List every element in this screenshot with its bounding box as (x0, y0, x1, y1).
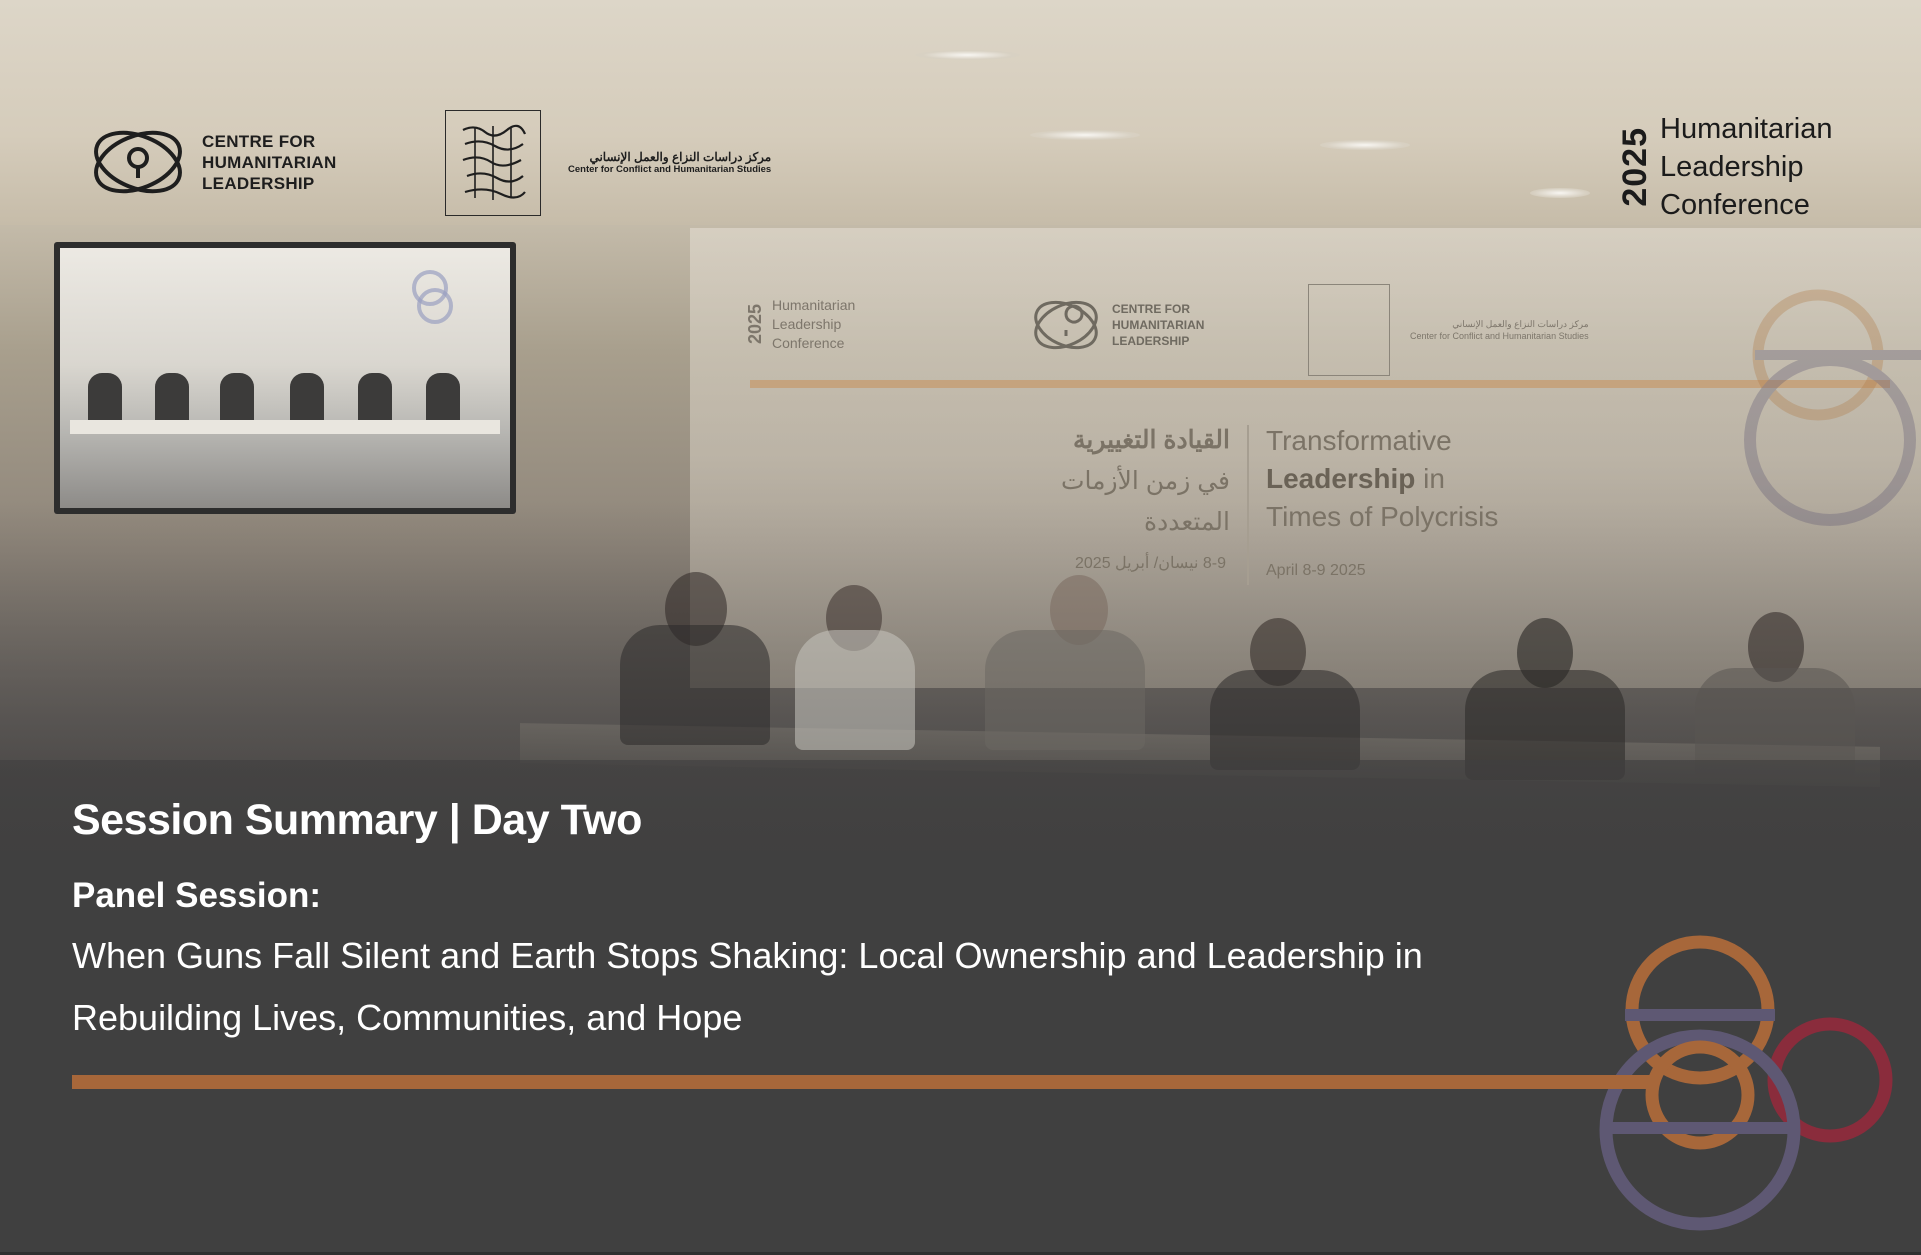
backdrop-conference-logo: 2025 Humanitarian Leadership Conference (745, 297, 856, 351)
backdrop-divider (1247, 425, 1249, 585)
accent-bar (72, 1075, 1652, 1089)
ccs-calligraphy-logo (445, 110, 541, 216)
tv-screen (54, 242, 516, 514)
ceiling-light (1320, 140, 1410, 150)
backdrop-date-en: April 8-9 2025 (1266, 562, 1366, 579)
calligraphy-emblem-icon (462, 124, 527, 200)
panelist (795, 630, 915, 750)
screen-rings-icon (412, 270, 453, 324)
chl-logo: CENTRE FOR HUMANITARIAN LEADERSHIP (88, 120, 337, 204)
panelist (985, 630, 1145, 750)
screen-panel-table (70, 420, 500, 434)
panel-label: Panel Session: (72, 876, 321, 915)
chl-emblem-icon (1034, 300, 1098, 350)
backdrop-ccs-calligraphy-logo (1308, 284, 1390, 376)
conference-logo: 2025 Humanitarian Leadership Conference (1616, 113, 1833, 221)
ceiling-light (1030, 130, 1140, 140)
backdrop-date-ar: 8-9 نيسان/ أبريل 2025 (1075, 555, 1226, 572)
panelist (620, 625, 770, 745)
panel-description: When Guns Fall Silent and Earth Stops Sh… (72, 935, 1423, 1038)
ceiling-light (915, 50, 1020, 60)
backdrop-title-en: Transformative Leadership in Times of Po… (1266, 425, 1499, 532)
ccs-logo-text: مركز دراسات النزاع والعمل الإنساني Cente… (568, 150, 772, 175)
tv-screen-image (60, 248, 510, 508)
backdrop-rule (750, 380, 1890, 388)
panelist (1210, 670, 1360, 770)
backdrop-title-ar: القيادة التغييرية في زمن الأزمات المتعدد… (1061, 426, 1230, 536)
backdrop-ccs-logo-text: مركز دراسات النزاع والعمل الإنساني Cente… (1410, 319, 1589, 341)
backdrop-chl-logo: CENTRE FOR HUMANITARIAN LEADERSHIP (1030, 294, 1204, 356)
ceiling-light (1530, 188, 1590, 198)
session-title: Session Summary | Day Two (72, 796, 642, 844)
conference-year: 2025 (1616, 127, 1654, 207)
chl-emblem-icon (94, 130, 182, 194)
